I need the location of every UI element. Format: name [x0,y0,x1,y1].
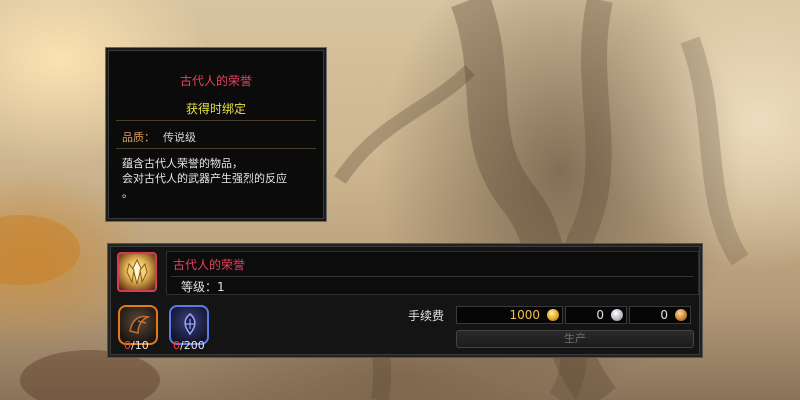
fee-silver-amount: 0 [596,308,604,322]
description-line: 。 [122,187,133,200]
material-count-2: 0/200 [173,339,205,352]
fee-silver: 0 [565,306,627,324]
material-have: 0 [173,339,180,352]
dark-material-icon [129,315,151,334]
item-icon[interactable] [117,252,157,292]
tooltip-item-name: 古代人的荣誉 [179,74,252,88]
material-have: 0 [124,339,131,352]
material-need: /10 [131,339,149,352]
fee-gold-amount: 1000 [509,308,540,322]
material-need: /200 [180,339,205,352]
copper-coin-icon [675,309,687,321]
spirit-material-icon [184,313,196,336]
material-count-1: 0/10 [124,339,149,352]
emblem-icon [126,258,148,285]
gold-coin-icon [547,309,559,321]
craft-panel: 古代人的荣誉 等级：1 0/10 0/200 手续费 1000 0 0 生产 [107,243,703,358]
item-tooltip: 古代人的荣誉 获得时绑定 品质： 传说级 蕴含古代人荣誉的物品， 会对古代人的武器… [105,47,327,222]
item-info-box: 古代人的荣誉 等级：1 [166,251,699,295]
item-name: 古代人的荣誉 [173,258,246,272]
description-line: 蕴含古代人荣誉的物品， [122,157,243,170]
quality-value: 传说级 [163,131,196,144]
silver-coin-icon [611,309,623,321]
tooltip-description: 蕴含古代人荣誉的物品， 会对古代人的武器产生强烈的反应 。 [122,156,287,201]
item-level: 等级：1 [181,280,225,294]
produce-button[interactable]: 生产 [456,330,694,348]
tooltip-quality: 品质： 传说级 [122,129,196,145]
tooltip-divider [116,148,316,149]
quality-label: 品质： [122,131,155,144]
fee-copper: 0 [629,306,691,324]
tooltip-bind-type: 获得时绑定 [185,102,246,116]
fee-gold: 1000 [456,306,563,324]
description-line: 会对古代人的武器产生强烈的反应 [122,172,287,185]
tooltip-divider [116,120,316,121]
info-divider [171,276,694,277]
fee-copper-amount: 0 [660,308,668,322]
fee-label: 手续费 [408,309,445,323]
